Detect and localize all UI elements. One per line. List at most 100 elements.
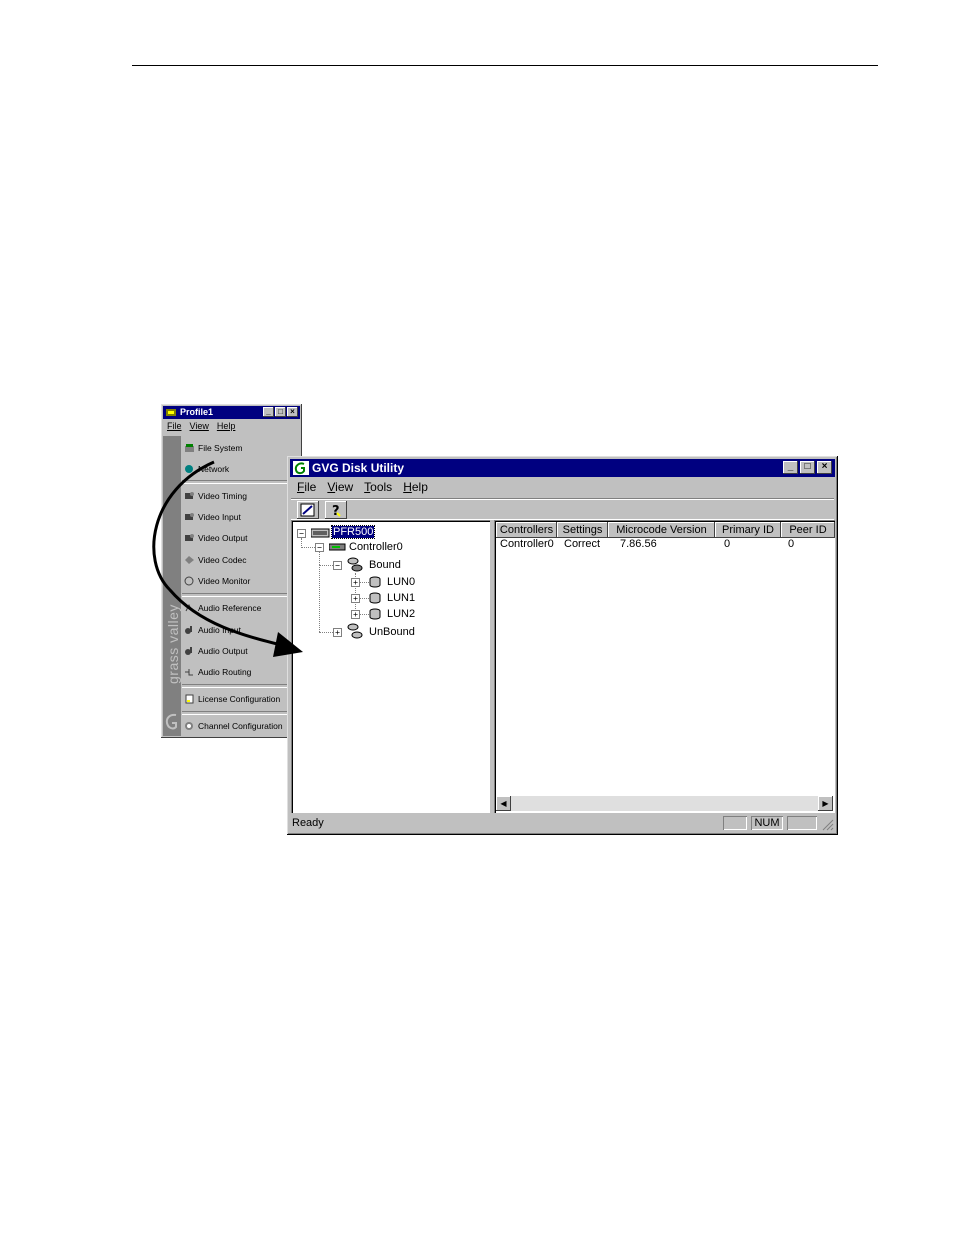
audio-input-icon xyxy=(185,626,192,634)
gvg-maximize-button[interactable]: □ xyxy=(800,461,815,474)
tree-node-lun2[interactable]: LUN2 xyxy=(387,607,415,621)
brand-text: grass valley xyxy=(165,604,181,684)
column-header-peer-id[interactable]: Peer ID xyxy=(781,522,835,538)
column-header-microcode-version[interactable]: Microcode Version xyxy=(608,522,715,538)
profile-minimize-button[interactable]: _ xyxy=(263,407,274,417)
cell-primary-id: 0 xyxy=(724,538,731,550)
profile-separator xyxy=(182,480,300,484)
profile-menu-bar: File View Help xyxy=(167,421,235,431)
profile-maximize-button[interactable]: □ xyxy=(275,407,286,417)
profile-item-audio-routing[interactable]: Audio Routing xyxy=(184,665,251,679)
profile-item-video-timing[interactable]: Video Timing xyxy=(184,489,247,503)
tree-node-lun1[interactable]: LUN1 xyxy=(387,591,415,605)
profile-item-video-codec[interactable]: Video Codec xyxy=(184,553,247,567)
svg-text:?: ? xyxy=(332,504,340,519)
network-icon xyxy=(185,465,193,473)
profile-item-video-input[interactable]: Video Input xyxy=(184,510,241,524)
horizontal-scrollbar[interactable]: ◀ ▶ xyxy=(496,796,833,811)
channel-icon xyxy=(185,722,193,730)
bound-disks-icon xyxy=(347,557,363,572)
tree-pane[interactable]: − PFR500 − Controller0 − Bound + LUN0 + … xyxy=(291,520,490,813)
gvg-menu-view[interactable]: View xyxy=(327,480,353,494)
profile-separator xyxy=(182,684,300,688)
tree-line xyxy=(319,565,333,566)
profile-separator xyxy=(182,711,300,715)
cell-peer-id: 0 xyxy=(788,538,795,550)
expand-lun0-toggle[interactable]: + xyxy=(351,578,360,587)
toolbar-help-button[interactable]: ? xyxy=(325,501,347,519)
profile-separator xyxy=(182,593,300,597)
audio-output-icon xyxy=(185,647,192,655)
tree-line xyxy=(319,565,320,632)
tree-line xyxy=(301,547,315,548)
collapse-root-toggle[interactable]: − xyxy=(297,529,306,538)
collapse-controller-toggle[interactable]: − xyxy=(315,543,324,552)
edit-icon xyxy=(300,503,315,517)
profile-menu-view[interactable]: View xyxy=(190,421,209,431)
gvg-disk-utility-window: GVG Disk Utility _ □ × File View Tools H… xyxy=(287,456,838,835)
profile-item-audio-reference[interactable]: Audio Reference xyxy=(184,601,261,615)
profile-app-icon xyxy=(166,409,176,416)
status-panel-scroll xyxy=(787,816,817,830)
detail-list-pane[interactable]: Controllers Settings Microcode Version P… xyxy=(494,520,835,813)
column-header-primary-id[interactable]: Primary ID xyxy=(715,522,781,538)
resize-grip-icon[interactable] xyxy=(821,818,834,831)
profile-item-license-configuration[interactable]: License Configuration xyxy=(184,692,280,706)
cell-controller: Controller0 xyxy=(500,538,554,550)
profile-window: Profile1 _ □ × File View Help grass vall… xyxy=(161,404,302,738)
page-top-rule xyxy=(132,65,878,66)
gvg-toolbar: ? xyxy=(291,498,834,520)
scroll-left-button[interactable]: ◀ xyxy=(496,796,511,811)
lun2-disk-icon xyxy=(369,608,381,620)
status-panel-num: NUM xyxy=(751,816,783,830)
profile-title-bar[interactable]: Profile1 _ □ × xyxy=(163,406,300,419)
unbound-disks-icon xyxy=(347,623,363,639)
profile-item-list: File System Network Video Timing Video I… xyxy=(182,436,300,736)
profile-close-button[interactable]: × xyxy=(287,407,298,417)
expand-lun2-toggle[interactable]: + xyxy=(351,610,360,619)
collapse-bound-toggle[interactable]: − xyxy=(333,561,342,570)
profile-title: Profile1 xyxy=(180,407,214,417)
video-input-icon xyxy=(185,513,194,520)
status-text: Ready xyxy=(292,817,324,829)
gvg-title-bar[interactable]: GVG Disk Utility _ □ × xyxy=(290,459,835,477)
profile-item-audio-output[interactable]: Audio Output xyxy=(184,644,248,658)
gvg-menu-file[interactable]: File xyxy=(297,480,316,494)
audio-routing-icon xyxy=(185,669,193,676)
cell-microcode-version: 7.86.56 xyxy=(620,538,657,550)
help-icon: ? xyxy=(332,504,341,519)
column-header-row: Controllers Settings Microcode Version P… xyxy=(496,522,835,538)
license-icon xyxy=(185,694,194,704)
profile-item-channel-configuration[interactable]: Channel Configuration xyxy=(184,719,283,733)
gvg-minimize-button[interactable]: _ xyxy=(783,461,798,474)
audio-reference-icon xyxy=(185,603,193,612)
gvg-menu-help[interactable]: Help xyxy=(403,480,428,494)
column-header-controllers[interactable]: Controllers xyxy=(496,522,557,538)
gvg-app-icon xyxy=(293,461,309,475)
profile-item-video-monitor[interactable]: Video Monitor xyxy=(184,574,250,588)
scroll-right-button[interactable]: ▶ xyxy=(818,796,833,811)
profile-item-network[interactable]: Network xyxy=(184,462,229,476)
video-codec-icon xyxy=(185,556,194,564)
tree-node-lun0[interactable]: LUN0 xyxy=(387,575,415,589)
tree-node-unbound[interactable]: UnBound xyxy=(369,625,415,639)
profile-item-file-system[interactable]: File System xyxy=(184,441,242,455)
video-monitor-icon xyxy=(184,576,194,586)
gvg-close-button[interactable]: × xyxy=(817,461,832,474)
toolbar-edit-button[interactable] xyxy=(297,501,319,519)
profile-item-audio-input[interactable]: Audio Input xyxy=(184,623,241,637)
tree-node-bound[interactable]: Bound xyxy=(369,558,401,572)
tree-node-controller[interactable]: Controller0 xyxy=(349,540,403,554)
profile-item-video-output[interactable]: Video Output xyxy=(184,531,247,545)
gvg-menu-tools[interactable]: Tools xyxy=(364,480,392,494)
column-header-settings[interactable]: Settings xyxy=(557,522,608,538)
video-output-icon xyxy=(185,534,194,541)
expand-unbound-toggle[interactable]: + xyxy=(333,628,342,637)
profile-menu-file[interactable]: File xyxy=(167,421,182,431)
tree-node-root[interactable]: PFR500 xyxy=(330,525,376,539)
expand-lun1-toggle[interactable]: + xyxy=(351,594,360,603)
tree-line xyxy=(319,632,333,633)
profile-menu-help[interactable]: Help xyxy=(217,421,236,431)
brand-strip: grass valley xyxy=(163,436,181,736)
chassis-icon xyxy=(311,528,330,538)
